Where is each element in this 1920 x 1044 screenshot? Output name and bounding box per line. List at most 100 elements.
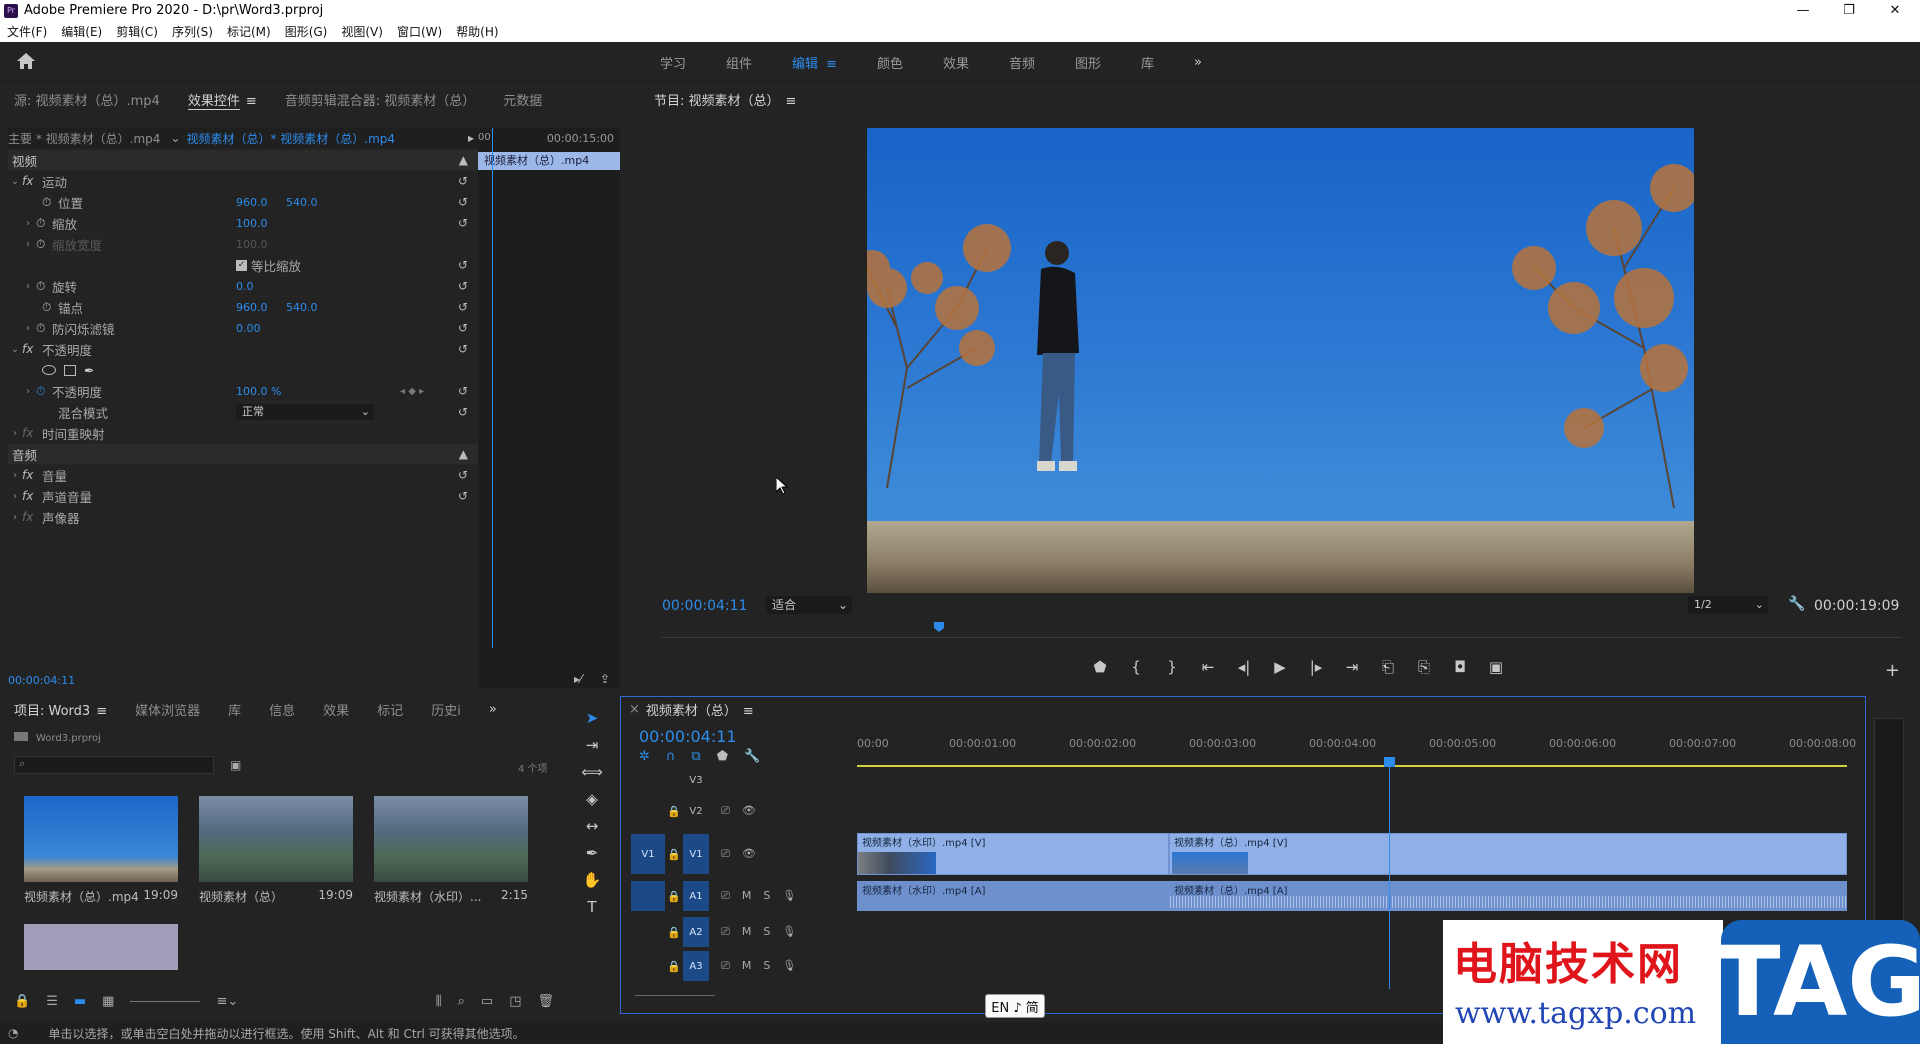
volume-row[interactable]: › fx 音量 ↺ bbox=[8, 465, 478, 486]
zoom-fit-select[interactable]: 适合 ⌄ bbox=[766, 596, 852, 614]
chevron-down-icon[interactable]: ⌄ bbox=[8, 176, 22, 187]
uniform-scale-checkbox[interactable]: ✓ bbox=[236, 259, 247, 271]
sequence-clip-label[interactable]: 视频素材（总）* 视频素材（总）.mp4 bbox=[186, 130, 395, 147]
reset-icon[interactable]: ↺ bbox=[458, 216, 468, 230]
effect-timeline[interactable]: 00 00:00:15:00 视频素材（总）.mp4 bbox=[478, 128, 620, 688]
motion-effect-row[interactable]: ⌄ fx 运动 ↺ bbox=[8, 171, 478, 192]
menu-window[interactable]: 窗口(W) bbox=[390, 23, 449, 40]
chevron-right-icon[interactable]: › bbox=[8, 386, 36, 397]
collapse-icon[interactable]: ▲ bbox=[459, 447, 468, 461]
stopwatch-icon[interactable]: ⏱ bbox=[42, 300, 58, 315]
new-bin-icon[interactable]: ▭ bbox=[481, 994, 493, 1009]
video-clip[interactable]: 视频素材（总）.mp4 [V] bbox=[1169, 833, 1847, 875]
reset-icon[interactable]: ↺ bbox=[458, 468, 468, 482]
effect-playhead[interactable] bbox=[492, 128, 493, 648]
sync-lock-icon[interactable]: ⎚ bbox=[721, 804, 730, 818]
sequence-tab[interactable]: 视频素材（总） ≡ bbox=[646, 700, 768, 719]
sync-lock-icon[interactable]: ⎚ bbox=[721, 925, 730, 939]
position-y-value[interactable]: 540.0 bbox=[286, 196, 318, 209]
freeform-view-icon[interactable]: ▦ bbox=[102, 994, 114, 1009]
hand-tool-icon[interactable]: ✋ bbox=[572, 866, 612, 893]
microphone-icon[interactable]: 🎙 bbox=[782, 889, 796, 903]
reset-icon[interactable]: ↺ bbox=[458, 300, 468, 314]
reset-icon[interactable]: ↺ bbox=[458, 489, 468, 503]
button-editor-plus-icon[interactable]: + bbox=[1885, 660, 1900, 681]
fx-icon[interactable]: fx bbox=[22, 174, 42, 188]
sync-lock-icon[interactable]: ⎚ bbox=[721, 889, 730, 903]
timeline-current-time[interactable]: 00:00:04:11 bbox=[639, 727, 737, 746]
source-patch-v1[interactable]: V1 bbox=[631, 834, 665, 874]
reset-icon[interactable]: ↺ bbox=[458, 405, 468, 419]
sync-lock-icon[interactable]: ⎚ bbox=[721, 959, 730, 973]
chevron-right-icon[interactable]: › bbox=[8, 512, 22, 523]
tab-markers[interactable]: 标记 bbox=[363, 700, 417, 719]
program-time-ruler[interactable] bbox=[662, 622, 1902, 638]
hamburger-icon[interactable]: ≡ bbox=[743, 704, 754, 719]
video-clip[interactable]: 视频素材（水印）.mp4 [V] bbox=[857, 833, 1169, 875]
chevron-down-icon[interactable]: ⌄ bbox=[8, 344, 22, 355]
close-sequence-icon[interactable]: × bbox=[621, 702, 646, 717]
project-item[interactable]: 视频素材（总）.mp4 19:09 bbox=[24, 796, 178, 905]
eye-icon[interactable]: 👁 bbox=[742, 804, 756, 818]
tab-info[interactable]: 信息 bbox=[255, 700, 309, 719]
fx-icon[interactable]: fx bbox=[22, 489, 42, 503]
find-icon[interactable]: ⌕ bbox=[458, 994, 465, 1009]
stopwatch-icon[interactable]: ⏱ bbox=[42, 195, 58, 210]
pen-tool-icon[interactable]: ✒ bbox=[572, 839, 612, 866]
program-monitor-title[interactable]: 节目: 视频素材（总） ≡ bbox=[640, 90, 810, 109]
timeline-playhead[interactable] bbox=[1389, 757, 1390, 989]
mute-button[interactable]: M bbox=[742, 959, 752, 973]
chevron-right-icon[interactable]: › bbox=[8, 323, 36, 334]
workspace-tab-effects[interactable]: 效果 bbox=[943, 53, 969, 72]
play-icon[interactable]: ▶ bbox=[1270, 658, 1290, 676]
microphone-icon[interactable]: 🎙 bbox=[782, 959, 796, 973]
tab-history[interactable]: 历史i bbox=[417, 700, 475, 719]
clear-icon[interactable]: 🗑 bbox=[537, 994, 554, 1009]
track-label[interactable]: A3 bbox=[683, 951, 709, 981]
stopwatch-icon[interactable]: ⏱ bbox=[36, 216, 52, 231]
blend-mode-select[interactable]: 正常 ⌄ bbox=[236, 404, 374, 420]
workspace-tab-assembly[interactable]: 组件 bbox=[726, 53, 752, 72]
hamburger-icon[interactable]: ≡ bbox=[96, 704, 107, 719]
track-label[interactable]: A1 bbox=[683, 881, 709, 911]
solo-button[interactable]: S bbox=[763, 959, 770, 973]
chevron-right-icon[interactable]: › bbox=[8, 470, 22, 481]
menu-help[interactable]: 帮助(H) bbox=[449, 23, 505, 40]
timeline-zoom-scrollbar[interactable] bbox=[635, 995, 715, 1003]
eye-icon[interactable]: 👁 bbox=[742, 847, 756, 861]
stopwatch-icon[interactable]: ⏱ bbox=[36, 321, 52, 336]
rotation-value[interactable]: 0.0 bbox=[236, 280, 254, 293]
linked-selection-icon[interactable]: ⧉ bbox=[691, 749, 700, 764]
step-forward-icon[interactable]: |▸ bbox=[1306, 658, 1326, 676]
chevron-right-icon[interactable]: › bbox=[8, 218, 36, 229]
reset-icon[interactable]: ↺ bbox=[458, 195, 468, 209]
camera-icon[interactable]: ◘ bbox=[1450, 658, 1470, 676]
bin-search-icon[interactable]: ▣ bbox=[230, 758, 241, 772]
audio-clip[interactable]: 视频素材（总）.mp4 [A] bbox=[1169, 881, 1847, 911]
track-lock-icon[interactable]: 🔒 bbox=[667, 960, 681, 973]
tab-project[interactable]: 项目: Word3 ≡ bbox=[0, 700, 121, 719]
menu-graphics[interactable]: 图形(G) bbox=[278, 23, 335, 40]
track-label[interactable]: V2 bbox=[683, 800, 709, 822]
new-item-icon[interactable]: ◳ bbox=[509, 994, 521, 1009]
filter-property-icon[interactable]: ▸⁄ bbox=[574, 672, 582, 686]
opacity-effect-row[interactable]: ⌄ fx 不透明度 ↺ bbox=[8, 339, 478, 360]
automate-to-sequence-icon[interactable]: ⫼ bbox=[436, 994, 442, 1009]
menu-edit[interactable]: 编辑(E) bbox=[54, 23, 109, 40]
fx-icon[interactable]: fx bbox=[22, 468, 42, 482]
comparison-view-icon[interactable]: ▣ bbox=[1486, 658, 1506, 676]
source-patch-a1[interactable] bbox=[631, 881, 665, 911]
timeline-playhead-handle[interactable] bbox=[1384, 757, 1395, 767]
project-item[interactable]: 视频素材（总） 19:09 bbox=[199, 796, 353, 905]
solo-button[interactable]: S bbox=[763, 925, 770, 939]
list-view-icon[interactable]: ☰ bbox=[46, 994, 58, 1009]
export-icon[interactable]: ⇪ bbox=[600, 672, 610, 686]
tab-libraries[interactable]: 库 bbox=[214, 700, 255, 719]
home-icon[interactable] bbox=[16, 52, 38, 72]
reset-icon[interactable]: ↺ bbox=[458, 321, 468, 335]
collapse-icon[interactable]: ▲ bbox=[459, 153, 468, 167]
microphone-icon[interactable]: 🎙 bbox=[782, 925, 796, 939]
close-button[interactable]: ✕ bbox=[1872, 0, 1918, 21]
timeline-ruler[interactable]: 00:00 00:00:01:00 00:00:02:00 00:00:03:0… bbox=[857, 737, 1856, 757]
pen-mask-icon[interactable]: ✒ bbox=[84, 363, 94, 378]
